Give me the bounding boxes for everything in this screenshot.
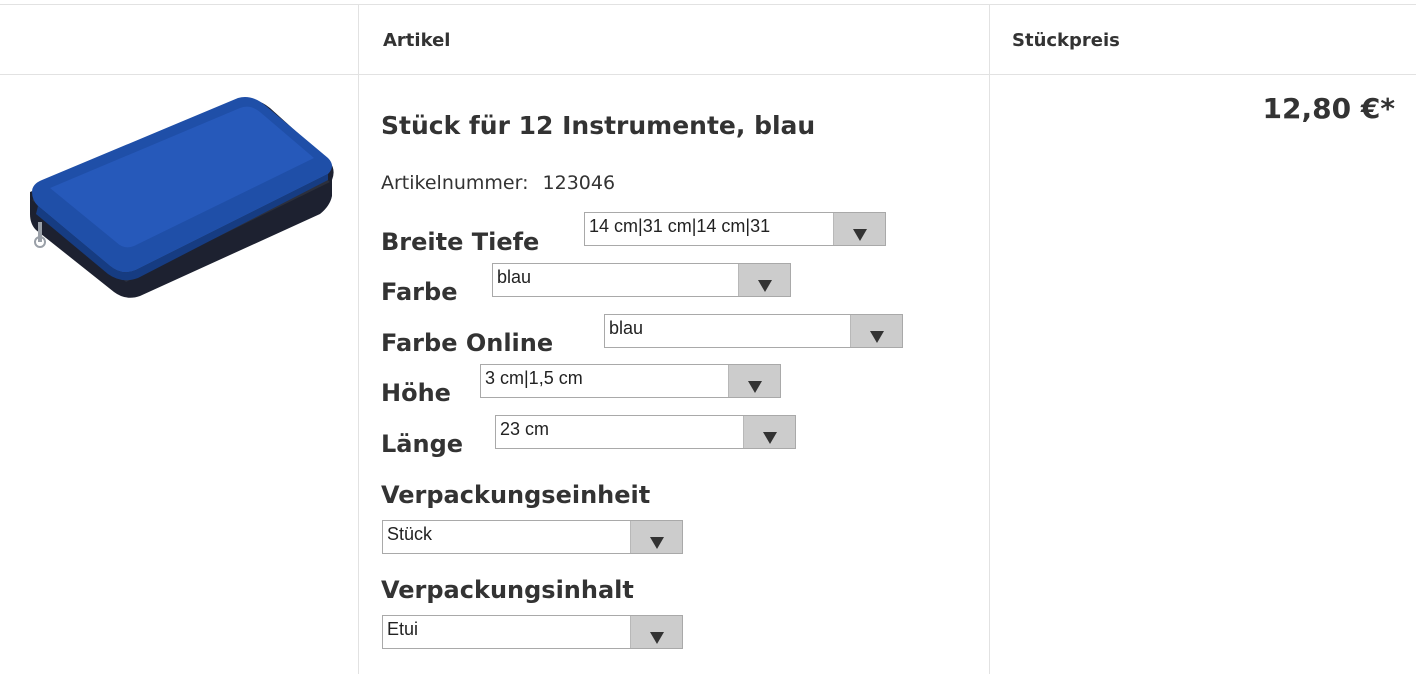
select-value: blau bbox=[609, 318, 644, 338]
option-label-verpackungsinhalt: Verpackungsinhalt bbox=[381, 576, 634, 604]
pencil-case-image bbox=[30, 97, 334, 298]
cart-table: Artikel Stückpreis Stück für 12 Instrume… bbox=[0, 0, 1416, 674]
article-number: Artikelnummer: 123046 bbox=[381, 172, 615, 194]
chevron-down-icon bbox=[630, 616, 682, 648]
option-label-farbe-online: Farbe Online bbox=[381, 329, 554, 357]
article-number-label: Artikelnummer: bbox=[381, 172, 529, 194]
chevron-down-icon bbox=[850, 315, 902, 347]
article-number-value: 123046 bbox=[542, 172, 616, 194]
chevron-down-icon bbox=[833, 213, 885, 245]
option-label-farbe: Farbe bbox=[381, 278, 458, 306]
select-hoehe[interactable]: 3 cm|1,5 cm bbox=[480, 364, 781, 398]
chevron-down-icon bbox=[728, 365, 780, 397]
select-verpackungsinhalt[interactable]: Etui bbox=[382, 615, 683, 649]
chevron-down-icon bbox=[738, 264, 790, 296]
header-article: Artikel bbox=[383, 30, 451, 51]
chevron-down-icon bbox=[630, 521, 682, 553]
product-title[interactable]: Stück für 12 Instrumente, blau bbox=[381, 111, 815, 140]
chevron-down-icon bbox=[743, 416, 795, 448]
select-farbe-online[interactable]: blau bbox=[604, 314, 903, 348]
option-label-verpackungseinheit: Verpackungseinheit bbox=[381, 481, 651, 509]
option-label-hoehe: Höhe bbox=[381, 379, 451, 407]
header-unit-price: Stückpreis bbox=[1012, 30, 1120, 51]
product-image[interactable] bbox=[30, 96, 336, 298]
option-label-laenge: Länge bbox=[381, 430, 464, 458]
select-value: 23 cm bbox=[500, 419, 550, 439]
select-verpackungseinheit[interactable]: Stück bbox=[382, 520, 683, 554]
select-breite-tiefe[interactable]: 14 cm|31 cm|14 cm|31 bbox=[584, 212, 886, 246]
unit-price: 12,80 €* bbox=[1262, 92, 1395, 125]
column-divider bbox=[358, 4, 359, 674]
header-divider bbox=[0, 74, 1416, 75]
table-top-border bbox=[0, 4, 1416, 5]
select-value: 14 cm|31 cm|14 cm|31 bbox=[589, 216, 771, 236]
column-divider bbox=[989, 4, 990, 674]
select-laenge[interactable]: 23 cm bbox=[495, 415, 796, 449]
select-value: 3 cm|1,5 cm bbox=[485, 368, 583, 388]
select-value: Stück bbox=[387, 524, 433, 544]
select-farbe[interactable]: blau bbox=[492, 263, 791, 297]
select-value: blau bbox=[497, 267, 532, 287]
option-label-breite-tiefe: Breite Tiefe bbox=[381, 228, 540, 256]
select-value: Etui bbox=[387, 619, 419, 639]
